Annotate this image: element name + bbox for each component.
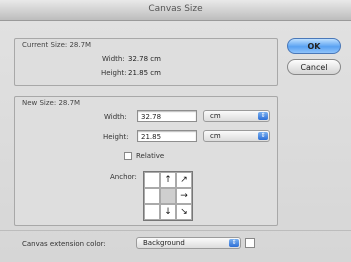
new-height-label: Height: [103, 133, 129, 141]
new-width-label: Width: [104, 113, 127, 121]
current-width-value: 32.78 cm [128, 55, 161, 63]
relative-checkbox[interactable] [124, 152, 132, 160]
anchor-grid: ↑ ↗ → ↓ ↘ [143, 171, 193, 221]
extension-color-swatch[interactable] [245, 238, 255, 248]
current-height-label: Height: [101, 69, 127, 77]
current-width-label: Width: [102, 55, 125, 63]
title-bar: Canvas Size [0, 0, 351, 21]
anchor-top-left[interactable] [144, 172, 160, 188]
window-title: Canvas Size [148, 4, 203, 14]
anchor-label: Anchor: [110, 173, 137, 181]
new-size-label: New Size: 28.7M [22, 99, 81, 107]
new-height-field[interactable]: 21.85 [137, 130, 197, 142]
anchor-bottom-center[interactable]: ↓ [160, 204, 176, 220]
anchor-middle-right[interactable]: → [176, 188, 192, 204]
extension-color-label: Canvas extension color: [22, 240, 106, 248]
anchor-top-right[interactable]: ↗ [176, 172, 192, 188]
new-height-unit-value: cm [210, 132, 221, 140]
ok-button[interactable]: OK [287, 38, 341, 54]
anchor-bottom-right[interactable]: ↘ [176, 204, 192, 220]
extension-color-popup[interactable]: Background ⇕ [136, 237, 241, 249]
popup-arrows-icon: ⇕ [229, 239, 239, 247]
new-width-field[interactable]: 32.78 [137, 110, 197, 122]
current-height-value: 21.85 cm [128, 69, 161, 77]
popup-arrows-icon: ⇕ [258, 132, 268, 140]
extension-color-value: Background [143, 239, 185, 247]
footer-divider [0, 230, 351, 231]
anchor-bottom-left[interactable] [144, 204, 160, 220]
popup-arrows-icon: ⇕ [258, 112, 268, 120]
anchor-middle-left[interactable] [144, 188, 160, 204]
cancel-button[interactable]: Cancel [287, 59, 341, 75]
relative-label: Relative [136, 152, 165, 160]
anchor-top-center[interactable]: ↑ [160, 172, 176, 188]
current-size-label: Current Size: 28.7M [22, 41, 92, 49]
new-height-unit-popup[interactable]: cm ⇕ [203, 130, 270, 142]
new-width-unit-value: cm [210, 112, 221, 120]
canvas-size-dialog: Canvas Size Current Size: 28.7M Width: 3… [0, 0, 351, 262]
new-width-unit-popup[interactable]: cm ⇕ [203, 110, 270, 122]
anchor-middle-center[interactable] [160, 188, 176, 204]
